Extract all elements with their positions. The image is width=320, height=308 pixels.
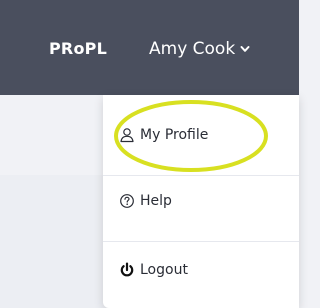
user-menu-toggle[interactable]: Amy Cook	[149, 38, 250, 60]
menu-item-help[interactable]: Help	[103, 175, 299, 227]
divider	[103, 241, 299, 242]
user-dropdown-menu: My Profile Help Logout	[103, 95, 299, 308]
help-circle-icon	[119, 193, 135, 209]
top-navbar: PRoPL Amy Cook	[0, 0, 299, 95]
user-name: Amy Cook	[149, 39, 236, 59]
menu-item-logout[interactable]: Logout	[103, 244, 299, 296]
chevron-down-icon	[240, 46, 250, 52]
menu-item-label: My Profile	[140, 127, 209, 143]
menu-item-my-profile[interactable]: My Profile	[103, 109, 299, 161]
menu-item-label: Logout	[140, 262, 188, 278]
brand-name[interactable]: PRoPL	[49, 39, 107, 59]
menu-item-label: Help	[140, 193, 172, 209]
user-icon	[119, 127, 135, 143]
power-icon	[119, 262, 135, 278]
